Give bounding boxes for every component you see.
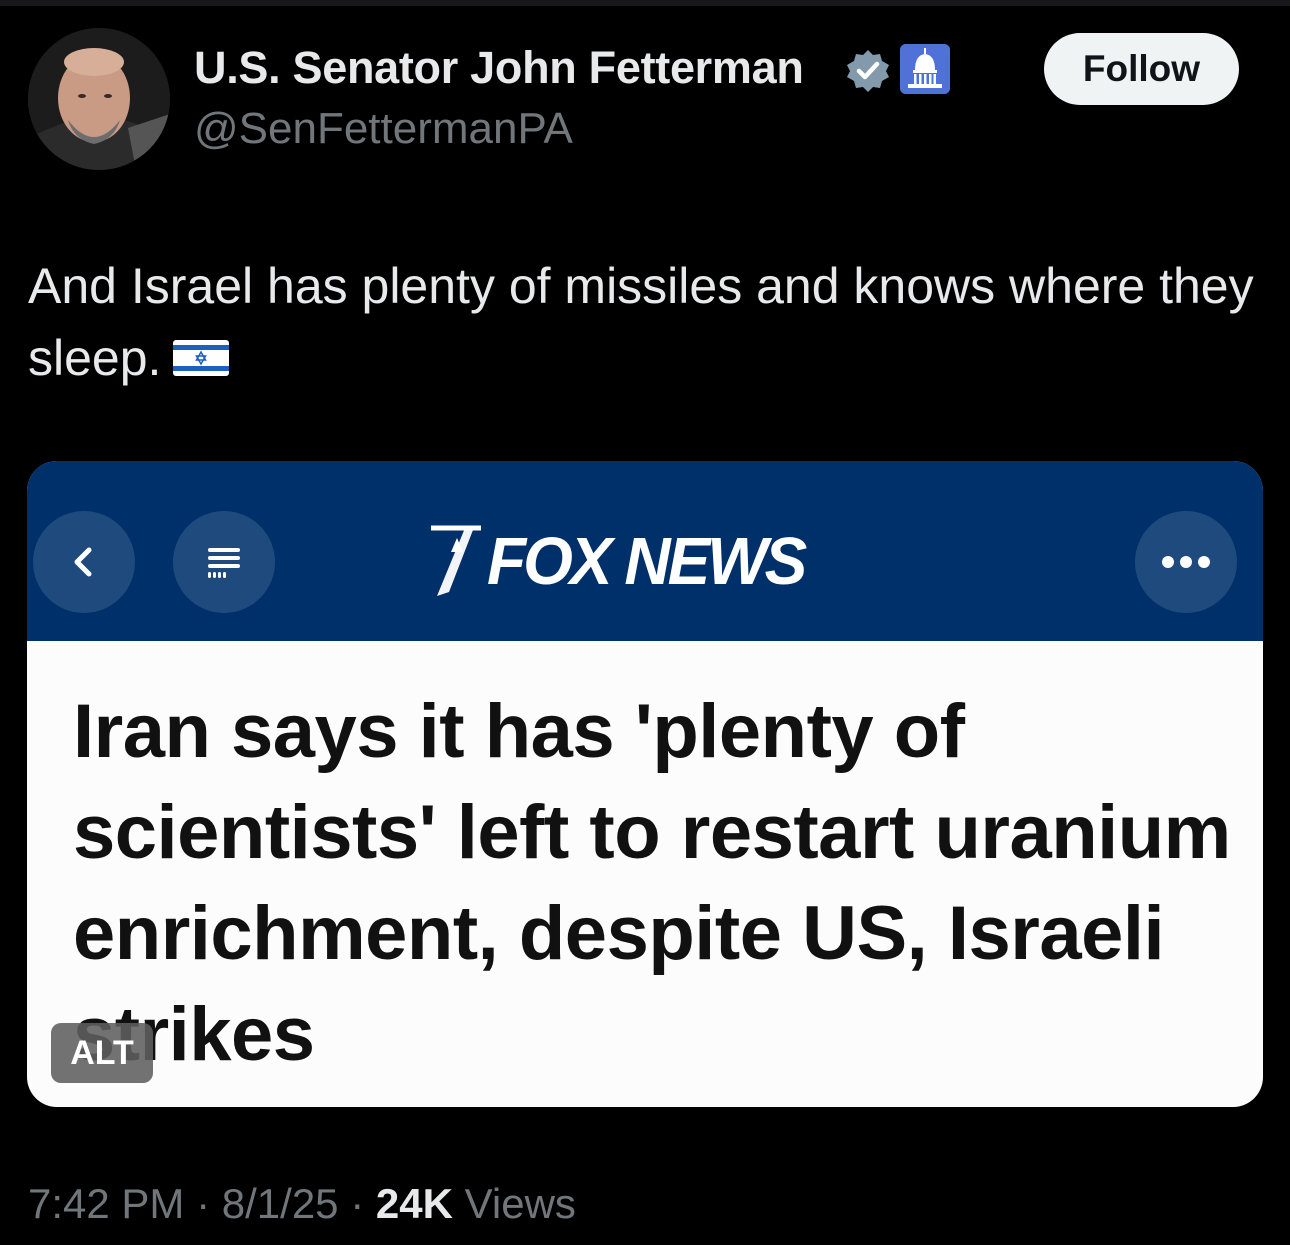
fox-news-header: FOX NEWS: [27, 461, 1263, 641]
fox-searchlight-icon: [431, 525, 481, 596]
views-count[interactable]: 24K: [376, 1180, 453, 1227]
tweet-text: And Israel has plenty of missiles and kn…: [28, 250, 1263, 394]
top-divider: [0, 0, 1290, 6]
alt-text-button[interactable]: ALT: [51, 1023, 153, 1083]
meta-separator: ·: [196, 1180, 211, 1227]
more-options-button[interactable]: [1135, 511, 1237, 613]
us-capitol-icon[interactable]: [900, 44, 950, 94]
more-dots-icon: [1162, 556, 1210, 568]
fox-news-logo: FOX NEWS: [427, 521, 807, 601]
back-button[interactable]: [33, 511, 135, 613]
author-name[interactable]: U.S. Senator John Fetterman: [194, 42, 804, 94]
chevron-left-icon: [74, 547, 92, 577]
menu-button[interactable]: [173, 511, 275, 613]
verified-badge-icon[interactable]: [845, 48, 891, 94]
list-icon: [208, 548, 240, 578]
tweet-meta: 7:42 PM · 8/1/25 · 24K Views: [28, 1180, 576, 1228]
tweet-date[interactable]: 8/1/25: [222, 1180, 339, 1227]
avatar-image: [28, 28, 170, 170]
fox-news-wordmark: FOX NEWS: [487, 523, 807, 599]
author-handle[interactable]: @SenFettermanPA: [194, 104, 573, 154]
views-label: Views: [464, 1180, 576, 1227]
media-card[interactable]: FOX NEWS Iran says it has 'plenty of sci…: [27, 461, 1263, 1107]
tweet-time[interactable]: 7:42 PM: [28, 1180, 184, 1227]
meta-separator: ·: [350, 1180, 365, 1227]
author-avatar[interactable]: [28, 28, 170, 170]
follow-button[interactable]: Follow: [1044, 33, 1239, 105]
israel-flag-icon: [173, 339, 230, 376]
article-headline: Iran says it has 'plenty of scientists' …: [73, 689, 1231, 1077]
